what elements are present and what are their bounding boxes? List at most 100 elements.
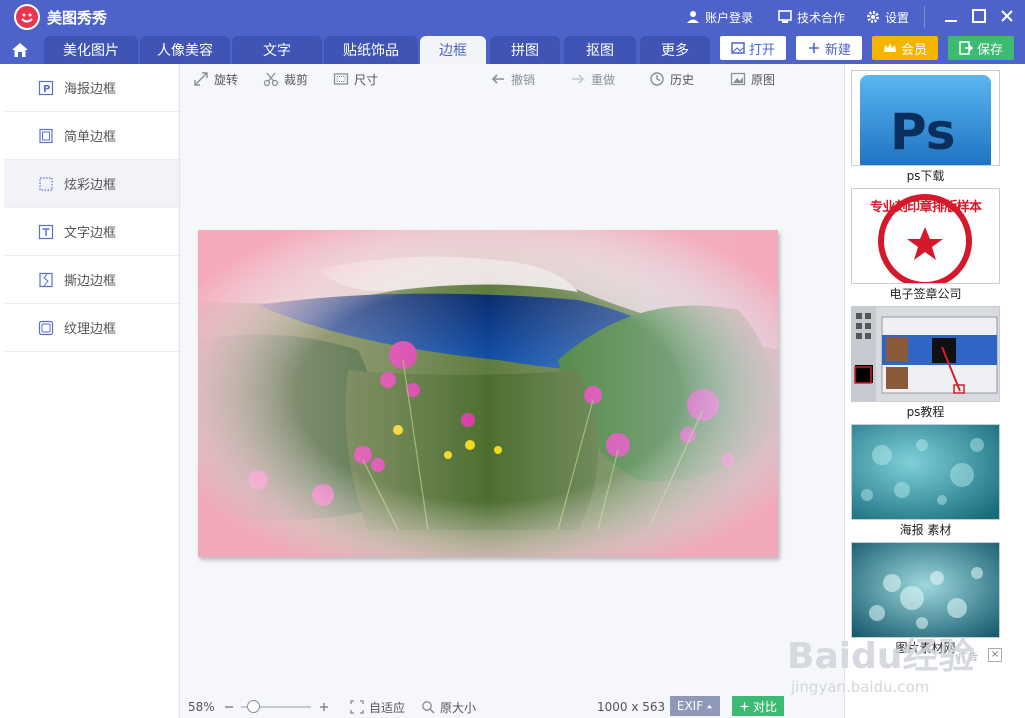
- new-button[interactable]: 新建: [796, 36, 862, 60]
- compare-label: 对比: [752, 699, 777, 714]
- sidebar-item-colorful-frame[interactable]: 炫彩边框: [4, 160, 179, 208]
- app-title: 美图秀秀: [47, 9, 108, 27]
- vip-button[interactable]: 会员: [872, 36, 938, 60]
- redo-arrow-icon: [572, 74, 585, 84]
- tab-stickers[interactable]: 贴纸饰品: [324, 36, 418, 64]
- account-login-label: 账户登录: [705, 10, 754, 25]
- close-button[interactable]: [994, 3, 1020, 29]
- rotate-button[interactable]: 旋转: [193, 70, 238, 88]
- frame-category-sidebar: P 海报边框 简单边框 炫彩边框 文字边框 撕边边框 纹理边框: [0, 64, 180, 718]
- tab-beautify[interactable]: 美化图片: [44, 36, 138, 64]
- main-tab-bar: 美化图片 人像美容 文字 贴纸饰品 边框 拼图 抠图 更多 打开 新建 会员 保…: [0, 34, 1025, 64]
- history-button[interactable]: 历史: [649, 70, 694, 88]
- zoom-in-button[interactable]: [319, 698, 329, 716]
- ad-item-ps-download[interactable]: Ps ps下载: [851, 70, 1000, 184]
- ad-thumbnail: [851, 424, 1000, 520]
- sidebar-item-torn-frame[interactable]: 撕边边框: [4, 256, 179, 304]
- sparkle-icon: [738, 700, 750, 712]
- account-login-link[interactable]: 账户登录: [686, 0, 753, 34]
- rotate-label: 旋转: [214, 72, 239, 87]
- redo-button[interactable]: 重做: [570, 70, 615, 88]
- plus-icon: [320, 703, 328, 711]
- undo-label: 撤销: [511, 72, 536, 87]
- ad-item-ps-tutorial[interactable]: ps教程: [851, 306, 1000, 420]
- tab-more[interactable]: 更多: [640, 36, 710, 64]
- zoom-out-button[interactable]: [224, 698, 234, 716]
- tech-coop-link[interactable]: 技术合作: [778, 0, 845, 34]
- monitor-icon: [778, 10, 792, 23]
- sidebar-item-label: 简单边框: [64, 130, 117, 145]
- svg-text:P: P: [43, 84, 50, 95]
- history-label: 历史: [670, 72, 695, 87]
- original-label: 原图: [751, 72, 776, 87]
- texture-frame-icon: [38, 320, 54, 335]
- ad-caption: 电子签章公司: [889, 287, 962, 301]
- tab-text[interactable]: 文字: [232, 36, 322, 64]
- save-export-icon: [959, 41, 973, 55]
- actual-size-button[interactable]: 原大小: [421, 698, 476, 716]
- title-divider: [924, 6, 925, 28]
- colorful-frame-icon: [39, 176, 53, 191]
- user-icon: [687, 11, 699, 23]
- crown-icon: [883, 43, 896, 52]
- maximize-icon: [972, 9, 986, 23]
- ad-thumbnail: Ps: [851, 70, 1000, 166]
- compare-button[interactable]: 对比: [732, 696, 784, 716]
- crop-label: 裁剪: [284, 72, 309, 87]
- sidebar-item-texture-frame[interactable]: 纹理边框: [4, 304, 179, 352]
- sidebar-item-label: 撕边边框: [64, 274, 117, 289]
- undo-arrow-icon: [491, 74, 504, 84]
- clock-icon: [650, 72, 664, 86]
- zoom-slider-handle[interactable]: [247, 700, 260, 713]
- save-button[interactable]: 保存: [948, 36, 1014, 60]
- minimize-icon: [945, 20, 957, 22]
- sidebar-item-label: 海报边框: [64, 82, 117, 97]
- vip-label: 会员: [900, 42, 927, 58]
- new-label: 新建: [824, 42, 851, 58]
- image-dimensions: 1000 x 563: [597, 700, 666, 714]
- maximize-button[interactable]: [966, 3, 992, 29]
- tab-frames[interactable]: 边框: [420, 36, 486, 64]
- sidebar-item-label: 纹理边框: [64, 322, 117, 337]
- size-button[interactable]: 尺寸: [333, 70, 378, 88]
- edited-photo[interactable]: [198, 230, 778, 557]
- tech-coop-label: 技术合作: [797, 10, 846, 25]
- gear-icon: [867, 11, 879, 23]
- ad-caption: ps下载: [906, 169, 945, 183]
- ad-item-e-seal[interactable]: 专业刻印章排版样本 电子签章公司: [851, 188, 1000, 302]
- sidebar-item-text-frame[interactable]: 文字边框: [4, 208, 179, 256]
- home-icon: [12, 43, 28, 57]
- original-image-button[interactable]: 原图: [730, 70, 775, 88]
- open-button[interactable]: 打开: [720, 36, 786, 60]
- undo-button[interactable]: 撤销: [490, 70, 535, 88]
- sidebar-item-poster-frame[interactable]: P 海报边框: [4, 64, 179, 112]
- tab-collage[interactable]: 拼图: [490, 36, 560, 64]
- app-logo-icon: [14, 4, 40, 30]
- minimize-button[interactable]: [938, 3, 964, 29]
- crop-button[interactable]: 裁剪: [263, 70, 308, 88]
- ad-thumbnail: 专业刻印章排版样本: [851, 188, 1000, 284]
- tab-cutout[interactable]: 抠图: [564, 36, 636, 64]
- minus-icon: [225, 706, 233, 708]
- torn-frame-icon: [39, 272, 53, 287]
- magnifier-icon: [422, 701, 435, 714]
- sidebar-item-simple-frame[interactable]: 简单边框: [4, 112, 179, 160]
- exif-button[interactable]: EXIF: [670, 696, 720, 716]
- watermark-url: jingyan.baidu.com: [790, 678, 929, 696]
- save-label: 保存: [976, 42, 1003, 58]
- rotate-icon: [194, 72, 208, 86]
- picture-icon: [730, 72, 746, 86]
- ad-caption: 海报 素材: [899, 523, 952, 537]
- recommendation-panel: Ps ps下载 专业刻印章排版样本 电子签章公司 ps教程 海报 素材 图片素材…: [844, 64, 1025, 718]
- resize-icon: [333, 73, 349, 85]
- actual-size-label: 原大小: [440, 700, 477, 715]
- ad-caption: ps教程: [906, 405, 945, 419]
- ad-thumbnail: [851, 542, 1000, 638]
- tab-portrait[interactable]: 人像美容: [140, 36, 230, 64]
- plus-icon: [808, 43, 819, 53]
- home-tab[interactable]: [0, 36, 40, 64]
- fit-to-window-button[interactable]: 自适应: [350, 698, 405, 716]
- ad-item-poster-material[interactable]: 海报 素材: [851, 424, 1000, 538]
- seal-text: 专业刻印章排版样本: [870, 199, 982, 215]
- settings-link[interactable]: 设置: [866, 0, 909, 34]
